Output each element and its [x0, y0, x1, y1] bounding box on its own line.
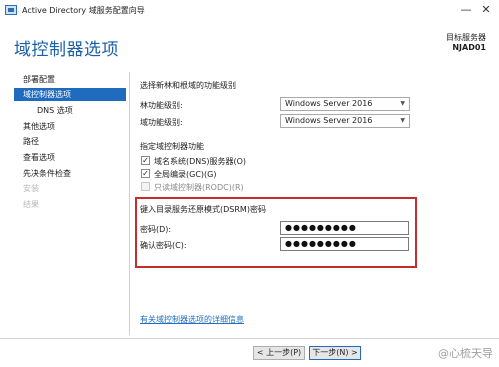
password-field[interactable]: ●●●●●●●●● [280, 221, 409, 235]
title-bar: Active Directory 域服务配置向导 — ✕ [0, 0, 499, 22]
nav-item-review[interactable]: 查看选项 [14, 151, 126, 164]
nav-item-dns-options[interactable]: DNS 选项 [14, 104, 126, 117]
wizard-header: 域控制器选项 目标服务器 NJAD01 [0, 22, 499, 70]
minimize-button[interactable]: — [459, 3, 473, 17]
functional-level-heading: 选择新林和根域的功能级别 [140, 81, 236, 90]
target-server-label: 目标服务器 [446, 33, 486, 42]
ad-wizard-icon [5, 5, 17, 15]
chevron-down-icon: ▼ [400, 117, 405, 124]
watermark: @心梳天导 [438, 347, 493, 360]
rodc-checkbox [141, 182, 150, 191]
capabilities-heading: 指定域控制器功能 [140, 142, 204, 151]
password-label: 密码(D): [140, 225, 172, 234]
nav-item-prereq-check[interactable]: 先决条件检查 [14, 167, 126, 180]
dsrm-heading: 键入目录服务还原模式(DSRM)密码 [140, 205, 266, 214]
nav-item-additional-options[interactable]: 其他选项 [14, 120, 126, 133]
chevron-down-icon: ▼ [400, 100, 405, 107]
forest-level-label: 林功能级别: [140, 101, 183, 110]
global-catalog-label: 全局编录(GC)(G) [154, 170, 217, 179]
nav-item-paths[interactable]: 路径 [14, 135, 126, 148]
domain-level-label: 域功能级别: [140, 118, 183, 127]
nav-item-dc-options[interactable]: 域控制器选项 [14, 88, 126, 101]
close-button[interactable]: ✕ [479, 3, 493, 17]
nav-item-results: 结果 [23, 200, 39, 209]
target-server-name: NJAD01 [452, 43, 486, 52]
forest-level-select[interactable]: Windows Server 2016 ▼ [280, 97, 410, 111]
dns-server-checkbox[interactable]: ✓ [141, 156, 150, 165]
page-title: 域控制器选项 [14, 40, 119, 60]
dns-server-label: 域名系统(DNS)服务器(O) [154, 157, 247, 166]
nav-item-deployment[interactable]: 部署配置 [14, 73, 126, 86]
domain-level-value: Windows Server 2016 [285, 116, 373, 125]
domain-level-select[interactable]: Windows Server 2016 ▼ [280, 114, 410, 128]
footer-divider [0, 338, 499, 339]
confirm-password-field[interactable]: ●●●●●●●●● [280, 237, 409, 251]
nav-item-install: 安装 [23, 184, 39, 193]
next-button[interactable]: 下一步(N) > [309, 346, 361, 360]
help-link[interactable]: 有关域控制器选项的详细信息 [140, 314, 244, 325]
confirm-password-label: 确认密码(C): [140, 241, 187, 250]
nav-divider [129, 72, 130, 335]
window-title: Active Directory 域服务配置向导 [22, 6, 145, 15]
rodc-label: 只读域控制器(RODC)(R) [154, 183, 244, 192]
forest-level-value: Windows Server 2016 [285, 99, 373, 108]
global-catalog-checkbox[interactable]: ✓ [141, 169, 150, 178]
back-button[interactable]: < 上一步(P) [253, 346, 305, 360]
